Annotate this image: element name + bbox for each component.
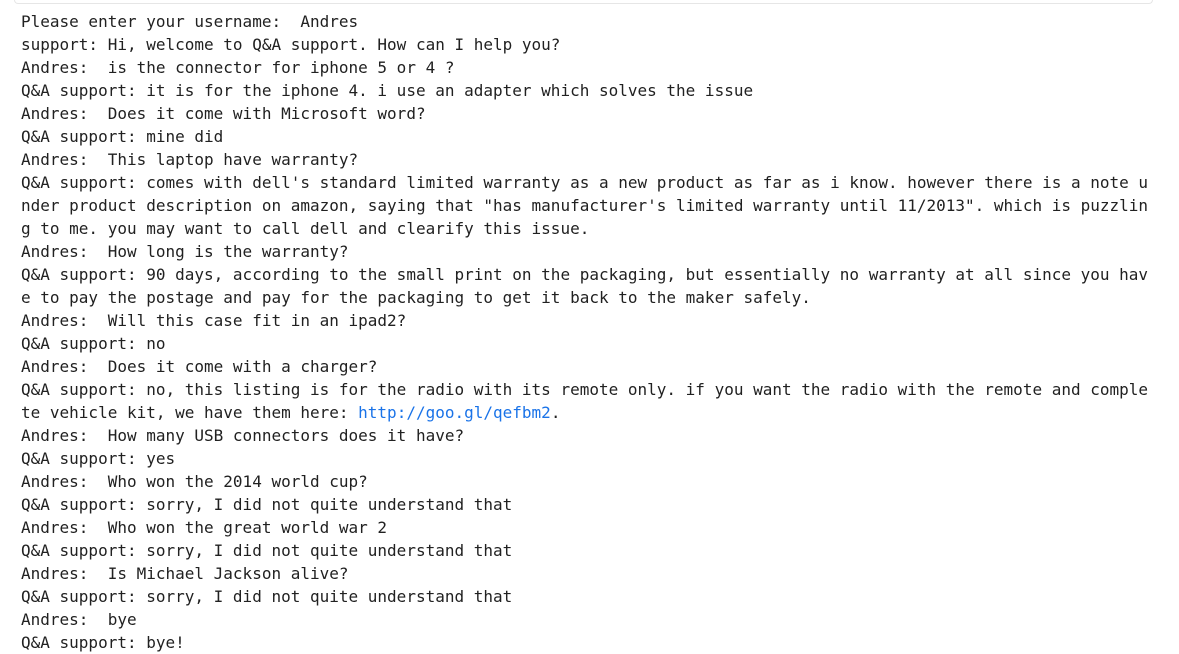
transcript-link[interactable]: http://goo.gl/qefbm2	[358, 403, 551, 422]
transcript-text: Andres: Who won the 2014 world cup?	[21, 472, 368, 491]
transcript-text: Andres: Does it come with Microsoft word…	[21, 104, 426, 123]
transcript-text: Andres: How long is the warranty?	[21, 242, 349, 261]
transcript-line-bot: Q&A support: mine did	[21, 125, 1151, 148]
transcript-text: Q&A support: bye!	[21, 633, 185, 652]
console-output: Please enter your username: Andres suppor…	[21, 10, 1151, 654]
transcript-text: Q&A support: no	[21, 334, 166, 353]
transcript-line-bot: Q&A support: no	[21, 332, 1151, 355]
transcript-line-bot: Q&A support: bye!	[21, 631, 1151, 654]
transcript-line-user: Andres: Who won the great world war 2	[21, 516, 1151, 539]
transcript-line-user: Andres: Is Michael Jackson alive?	[21, 562, 1151, 585]
cell-output-border	[14, 0, 1153, 4]
transcript-text: Andres: Is Michael Jackson alive?	[21, 564, 349, 583]
transcript-text: Q&A support: sorry, I did not quite unde…	[21, 495, 513, 514]
transcript-text: Q&A support: no, this listing is for the…	[21, 380, 1149, 422]
transcript-line-prompt: Please enter your username: Andres	[21, 10, 1151, 33]
transcript-line-user: Andres: is the connector for iphone 5 or…	[21, 56, 1151, 79]
transcript-line-bot: Q&A support: sorry, I did not quite unde…	[21, 539, 1151, 562]
transcript-text: Q&A support: mine did	[21, 127, 224, 146]
transcript-line-user: Andres: This laptop have warranty?	[21, 148, 1151, 171]
transcript-line-user: Andres: Does it come with Microsoft word…	[21, 102, 1151, 125]
transcript-text: Q&A support: it is for the iphone 4. i u…	[21, 81, 754, 100]
transcript-text: Andres: How many USB connectors does it …	[21, 426, 465, 445]
transcript-line-user: Andres: Will this case fit in an ipad2?	[21, 309, 1151, 332]
transcript-line-bot: Q&A support: comes with dell's standard …	[21, 171, 1151, 240]
transcript-text: Q&A support: 90 days, according to the s…	[21, 265, 1149, 307]
transcript-text: Andres: This laptop have warranty?	[21, 150, 359, 169]
transcript-text: Andres: Who won the great world war 2	[21, 518, 388, 537]
transcript-line-user: Andres: Does it come with a charger?	[21, 355, 1151, 378]
transcript-line-bot: support: Hi, welcome to Q&A support. How…	[21, 33, 1151, 56]
transcript-line-bot: Q&A support: it is for the iphone 4. i u…	[21, 79, 1151, 102]
transcript-line-bot: Q&A support: no, this listing is for the…	[21, 378, 1151, 424]
transcript-line-bot: Q&A support: 90 days, according to the s…	[21, 263, 1151, 309]
transcript-line-user: Andres: Who won the 2014 world cup?	[21, 470, 1151, 493]
transcript-text: Andres: Will this case fit in an ipad2?	[21, 311, 407, 330]
transcript-line-bot: Q&A support: yes	[21, 447, 1151, 470]
transcript-text: Q&A support: sorry, I did not quite unde…	[21, 587, 513, 606]
transcript-text: Q&A support: sorry, I did not quite unde…	[21, 541, 513, 560]
transcript-text: Andres: is the connector for iphone 5 or…	[21, 58, 455, 77]
transcript-line-user: Andres: How long is the warranty?	[21, 240, 1151, 263]
transcript-text: Please enter your username: Andres	[21, 12, 359, 31]
transcript-text: Q&A support: comes with dell's standard …	[21, 173, 1149, 238]
transcript-suffix: .	[550, 403, 561, 422]
transcript-text: Q&A support: yes	[21, 449, 176, 468]
transcript-text: support: Hi, welcome to Q&A support. How…	[21, 35, 561, 54]
transcript-line-bot: Q&A support: sorry, I did not quite unde…	[21, 585, 1151, 608]
transcript-line-user: Andres: bye	[21, 608, 1151, 631]
transcript-line-user: Andres: How many USB connectors does it …	[21, 424, 1151, 447]
transcript-text: Andres: bye	[21, 610, 137, 629]
transcript-line-bot: Q&A support: sorry, I did not quite unde…	[21, 493, 1151, 516]
transcript-text: Andres: Does it come with a charger?	[21, 357, 378, 376]
